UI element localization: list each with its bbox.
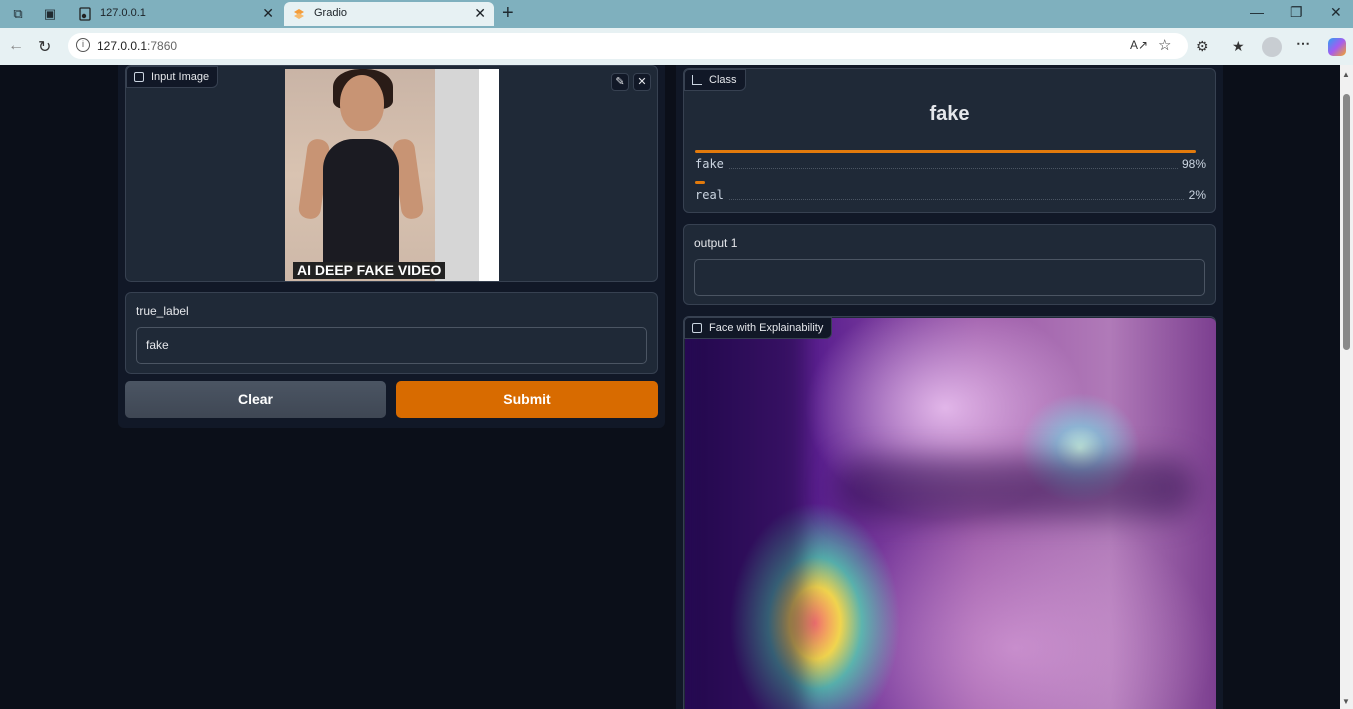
browser-tab-bar: ⧉ ▣ 127.0.0.1 ✕ Gradio ✕ + — ❐ ✕ — [0, 0, 1353, 28]
page-icon — [79, 7, 91, 21]
browser-address-bar: ← ↻ i 127.0.0.1:7860 A↗ ☆ ⚙ ★ ⋯ — [0, 28, 1353, 65]
confidence-bar — [695, 181, 705, 184]
output1-block: output 1 — [683, 224, 1216, 305]
explainability-image-block: Face with Explainability — [683, 316, 1216, 709]
more-icon[interactable]: ⋯ — [1296, 35, 1310, 52]
scroll-thumb[interactable] — [1343, 94, 1350, 350]
url-text: 127.0.0.1:7860 — [97, 39, 177, 53]
page-scrollbar[interactable]: ▲ ▼ — [1340, 65, 1353, 709]
workspaces-icon[interactable]: ⧉ — [10, 6, 26, 22]
site-info-icon[interactable]: i — [76, 38, 90, 52]
close-tab-icon[interactable]: ✕ — [262, 5, 274, 22]
new-tab-icon[interactable]: + — [502, 2, 514, 25]
confidence-value: 98% — [1177, 157, 1206, 171]
true-label-label: true_label — [136, 304, 189, 318]
favorites-icon[interactable]: ★ — [1232, 38, 1245, 55]
image-icon — [692, 323, 702, 333]
gradio-app: AI DEEP FAKE VIDEO Input Image ✎ ✕ true_… — [0, 65, 1340, 709]
explainability-label: Face with Explainability — [684, 317, 833, 339]
edit-icon[interactable]: ✎ — [611, 73, 629, 91]
input-image: AI DEEP FAKE VIDEO — [285, 69, 499, 281]
class-label-text: Class — [709, 74, 737, 86]
submit-button[interactable]: Submit — [396, 381, 658, 418]
output-column: Class fake fake 98% real 2% output 1 Fac… — [676, 65, 1223, 709]
read-aloud-icon[interactable]: A↗ — [1130, 38, 1148, 52]
extensions-icon[interactable]: ⚙ — [1196, 38, 1209, 55]
explainability-label-text: Face with Explainability — [709, 322, 824, 334]
tab-title: Gradio — [314, 7, 348, 19]
class-output-block: Class fake fake 98% real 2% — [683, 68, 1216, 213]
input-column: AI DEEP FAKE VIDEO Input Image ✎ ✕ true_… — [118, 65, 665, 428]
image-icon — [134, 72, 144, 82]
confidence-label: fake — [695, 157, 728, 171]
favorite-star-icon[interactable]: ☆ — [1158, 36, 1171, 54]
input-image-label-text: Input Image — [151, 71, 210, 83]
scroll-down-icon[interactable]: ▼ — [1342, 697, 1350, 706]
minimize-icon[interactable]: — — [1250, 4, 1264, 20]
predicted-class: fake — [929, 103, 970, 125]
chart-icon — [692, 75, 702, 85]
url-host: 127.0.0.1 — [97, 39, 148, 53]
tab-title: 127.0.0.1 — [100, 7, 146, 19]
back-icon[interactable]: ← — [8, 37, 24, 55]
close-icon[interactable]: ✕ — [633, 73, 651, 91]
output1-textbox[interactable] — [694, 259, 1205, 296]
input-image-block[interactable]: AI DEEP FAKE VIDEO Input Image ✎ ✕ — [125, 65, 658, 282]
confidence-value: 2% — [1184, 188, 1206, 202]
close-tab-icon[interactable]: ✕ — [474, 5, 486, 22]
copilot-icon[interactable] — [1328, 38, 1346, 56]
restore-icon[interactable]: ❐ — [1290, 4, 1303, 21]
tab-actions-icon[interactable]: ▣ — [42, 6, 58, 22]
class-label: Class — [684, 69, 746, 91]
confidence-label: real — [695, 188, 728, 202]
tab-gradio[interactable]: Gradio ✕ — [284, 2, 494, 26]
close-window-icon[interactable]: ✕ — [1330, 4, 1342, 21]
explainability-heatmap-image — [685, 318, 1216, 709]
output1-label: output 1 — [694, 236, 738, 250]
gradio-logo-icon — [294, 9, 304, 19]
refresh-icon[interactable]: ↻ — [38, 37, 51, 57]
input-image-label: Input Image — [126, 66, 219, 88]
image-caption: AI DEEP FAKE VIDEO — [293, 262, 446, 279]
scroll-up-icon[interactable]: ▲ — [1342, 70, 1350, 79]
true-label-block: true_label fake — [125, 292, 658, 374]
confidence-bar — [695, 150, 1196, 153]
profile-icon[interactable] — [1262, 37, 1282, 57]
url-field[interactable]: i 127.0.0.1:7860 A↗ ☆ — [68, 33, 1188, 59]
tab-localhost[interactable]: 127.0.0.1 ✕ — [70, 2, 282, 26]
clear-button[interactable]: Clear — [125, 381, 386, 418]
true-label-input[interactable]: fake — [136, 327, 647, 364]
url-port: :7860 — [147, 39, 178, 53]
